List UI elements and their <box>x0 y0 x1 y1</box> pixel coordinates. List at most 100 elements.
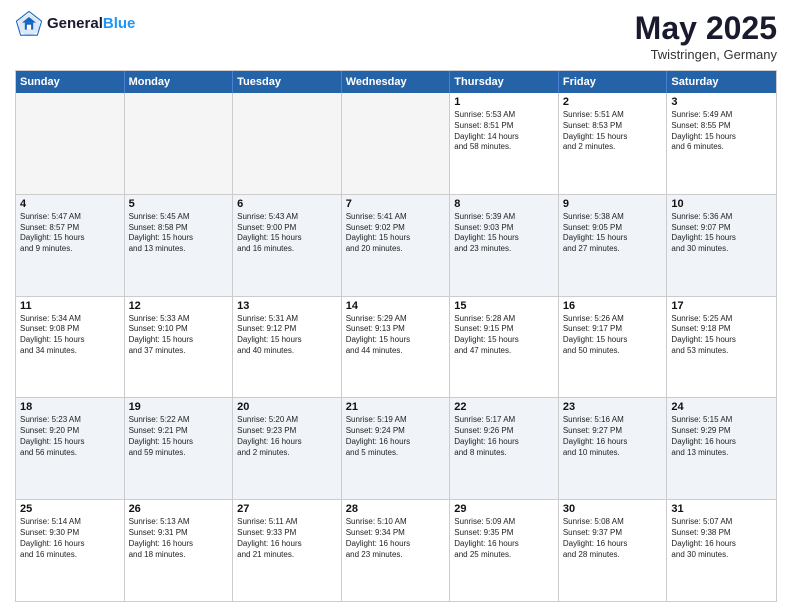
day-info: Sunrise: 5:41 AM Sunset: 9:02 PM Dayligh… <box>346 212 446 255</box>
day-cell-7: 7 Sunrise: 5:41 AM Sunset: 9:02 PM Daylig… <box>342 195 451 296</box>
day-cell-21: 21Sunrise: 5:19 AM Sunset: 9:24 PM Dayli… <box>342 398 451 499</box>
day-number: 26 <box>129 503 229 515</box>
day-info: Sunrise: 5:28 AM Sunset: 9:15 PM Dayligh… <box>454 314 554 357</box>
weekday-header-sunday: Sunday <box>16 71 125 93</box>
calendar-row: 18 Sunrise: 5:23 AM Sunset: 9:20 PM Dayli… <box>16 398 776 500</box>
day-number: 6 <box>237 198 337 210</box>
day-number: 14 <box>346 300 446 312</box>
day-cell-2: 2Sunrise: 5:51 AM Sunset: 8:53 PM Daylig… <box>559 93 668 194</box>
logo-text: GeneralBlue <box>47 16 135 33</box>
day-cell-4: 4 Sunrise: 5:47 AM Sunset: 8:57 PM Daylig… <box>16 195 125 296</box>
day-cell-24: 24 Sunrise: 5:15 AM Sunset: 9:29 PM Dayli… <box>667 398 776 499</box>
day-cell-18: 18 Sunrise: 5:23 AM Sunset: 9:20 PM Dayli… <box>16 398 125 499</box>
logo: GeneralBlue <box>15 10 135 38</box>
weekday-header-saturday: Saturday <box>667 71 776 93</box>
day-cell-14: 14 Sunrise: 5:29 AM Sunset: 9:13 PM Dayli… <box>342 297 451 398</box>
day-info: Sunrise: 5:08 AM Sunset: 9:37 PM Dayligh… <box>563 517 663 560</box>
day-number: 25 <box>20 503 120 515</box>
calendar-row: 25 Sunrise: 5:14 AM Sunset: 9:30 PM Dayli… <box>16 500 776 601</box>
day-number: 9 <box>563 198 663 210</box>
day-cell-5: 5 Sunrise: 5:45 AM Sunset: 8:58 PM Daylig… <box>125 195 234 296</box>
empty-cell <box>16 93 125 194</box>
weekday-header-monday: Monday <box>125 71 234 93</box>
day-cell-6: 6Sunrise: 5:43 AM Sunset: 9:00 PM Daylig… <box>233 195 342 296</box>
page: GeneralBlue May 2025 Twistringen, German… <box>0 0 792 612</box>
calendar-row: 1Sunrise: 5:53 AM Sunset: 8:51 PM Daylig… <box>16 93 776 195</box>
day-number: 10 <box>671 198 772 210</box>
day-info: Sunrise: 5:25 AM Sunset: 9:18 PM Dayligh… <box>671 314 772 357</box>
calendar: SundayMondayTuesdayWednesdayThursdayFrid… <box>15 70 777 602</box>
day-info: Sunrise: 5:10 AM Sunset: 9:34 PM Dayligh… <box>346 517 446 560</box>
weekday-header-thursday: Thursday <box>450 71 559 93</box>
calendar-row: 11 Sunrise: 5:34 AM Sunset: 9:08 PM Dayli… <box>16 297 776 399</box>
day-cell-22: 22Sunrise: 5:17 AM Sunset: 9:26 PM Dayli… <box>450 398 559 499</box>
day-info: Sunrise: 5:26 AM Sunset: 9:17 PM Dayligh… <box>563 314 663 357</box>
day-info: Sunrise: 5:45 AM Sunset: 8:58 PM Dayligh… <box>129 212 229 255</box>
location: Twistringen, Germany <box>635 47 777 62</box>
day-info: Sunrise: 5:39 AM Sunset: 9:03 PM Dayligh… <box>454 212 554 255</box>
day-number: 19 <box>129 401 229 413</box>
day-number: 12 <box>129 300 229 312</box>
day-cell-19: 19 Sunrise: 5:22 AM Sunset: 9:21 PM Dayli… <box>125 398 234 499</box>
day-info: Sunrise: 5:16 AM Sunset: 9:27 PM Dayligh… <box>563 415 663 458</box>
day-info: Sunrise: 5:51 AM Sunset: 8:53 PM Dayligh… <box>563 110 663 153</box>
weekday-header-wednesday: Wednesday <box>342 71 451 93</box>
day-cell-17: 17 Sunrise: 5:25 AM Sunset: 9:18 PM Dayli… <box>667 297 776 398</box>
day-info: Sunrise: 5:11 AM Sunset: 9:33 PM Dayligh… <box>237 517 337 560</box>
day-cell-15: 15 Sunrise: 5:28 AM Sunset: 9:15 PM Dayli… <box>450 297 559 398</box>
day-cell-30: 30 Sunrise: 5:08 AM Sunset: 9:37 PM Dayli… <box>559 500 668 601</box>
day-info: Sunrise: 5:36 AM Sunset: 9:07 PM Dayligh… <box>671 212 772 255</box>
day-number: 5 <box>129 198 229 210</box>
day-number: 18 <box>20 401 120 413</box>
title-block: May 2025 Twistringen, Germany <box>635 10 777 62</box>
day-cell-3: 3Sunrise: 5:49 AM Sunset: 8:55 PM Daylig… <box>667 93 776 194</box>
day-info: Sunrise: 5:49 AM Sunset: 8:55 PM Dayligh… <box>671 110 772 153</box>
day-number: 16 <box>563 300 663 312</box>
empty-cell <box>342 93 451 194</box>
day-cell-31: 31 Sunrise: 5:07 AM Sunset: 9:38 PM Dayli… <box>667 500 776 601</box>
weekday-header-friday: Friday <box>559 71 668 93</box>
day-info: Sunrise: 5:07 AM Sunset: 9:38 PM Dayligh… <box>671 517 772 560</box>
day-cell-25: 25 Sunrise: 5:14 AM Sunset: 9:30 PM Dayli… <box>16 500 125 601</box>
day-info: Sunrise: 5:14 AM Sunset: 9:30 PM Dayligh… <box>20 517 120 560</box>
day-number: 4 <box>20 198 120 210</box>
calendar-header: SundayMondayTuesdayWednesdayThursdayFrid… <box>16 71 776 93</box>
day-cell-8: 8Sunrise: 5:39 AM Sunset: 9:03 PM Daylig… <box>450 195 559 296</box>
calendar-row: 4 Sunrise: 5:47 AM Sunset: 8:57 PM Daylig… <box>16 195 776 297</box>
day-info: Sunrise: 5:33 AM Sunset: 9:10 PM Dayligh… <box>129 314 229 357</box>
day-cell-23: 23Sunrise: 5:16 AM Sunset: 9:27 PM Dayli… <box>559 398 668 499</box>
day-number: 31 <box>671 503 772 515</box>
day-number: 22 <box>454 401 554 413</box>
empty-cell <box>233 93 342 194</box>
day-info: Sunrise: 5:47 AM Sunset: 8:57 PM Dayligh… <box>20 212 120 255</box>
day-info: Sunrise: 5:22 AM Sunset: 9:21 PM Dayligh… <box>129 415 229 458</box>
day-number: 28 <box>346 503 446 515</box>
day-info: Sunrise: 5:15 AM Sunset: 9:29 PM Dayligh… <box>671 415 772 458</box>
day-info: Sunrise: 5:34 AM Sunset: 9:08 PM Dayligh… <box>20 314 120 357</box>
day-cell-27: 27 Sunrise: 5:11 AM Sunset: 9:33 PM Dayli… <box>233 500 342 601</box>
day-info: Sunrise: 5:38 AM Sunset: 9:05 PM Dayligh… <box>563 212 663 255</box>
day-number: 20 <box>237 401 337 413</box>
day-number: 11 <box>20 300 120 312</box>
day-cell-11: 11 Sunrise: 5:34 AM Sunset: 9:08 PM Dayli… <box>16 297 125 398</box>
day-number: 15 <box>454 300 554 312</box>
month-title: May 2025 <box>635 10 777 47</box>
day-cell-20: 20Sunrise: 5:20 AM Sunset: 9:23 PM Dayli… <box>233 398 342 499</box>
day-cell-16: 16 Sunrise: 5:26 AM Sunset: 9:17 PM Dayli… <box>559 297 668 398</box>
day-info: Sunrise: 5:23 AM Sunset: 9:20 PM Dayligh… <box>20 415 120 458</box>
day-number: 21 <box>346 401 446 413</box>
day-number: 13 <box>237 300 337 312</box>
day-info: Sunrise: 5:13 AM Sunset: 9:31 PM Dayligh… <box>129 517 229 560</box>
day-cell-1: 1Sunrise: 5:53 AM Sunset: 8:51 PM Daylig… <box>450 93 559 194</box>
day-number: 27 <box>237 503 337 515</box>
weekday-header-tuesday: Tuesday <box>233 71 342 93</box>
day-number: 24 <box>671 401 772 413</box>
day-cell-13: 13Sunrise: 5:31 AM Sunset: 9:12 PM Dayli… <box>233 297 342 398</box>
day-info: Sunrise: 5:29 AM Sunset: 9:13 PM Dayligh… <box>346 314 446 357</box>
day-number: 7 <box>346 198 446 210</box>
day-cell-12: 12 Sunrise: 5:33 AM Sunset: 9:10 PM Dayli… <box>125 297 234 398</box>
day-number: 29 <box>454 503 554 515</box>
day-number: 30 <box>563 503 663 515</box>
day-cell-28: 28 Sunrise: 5:10 AM Sunset: 9:34 PM Dayli… <box>342 500 451 601</box>
day-number: 17 <box>671 300 772 312</box>
